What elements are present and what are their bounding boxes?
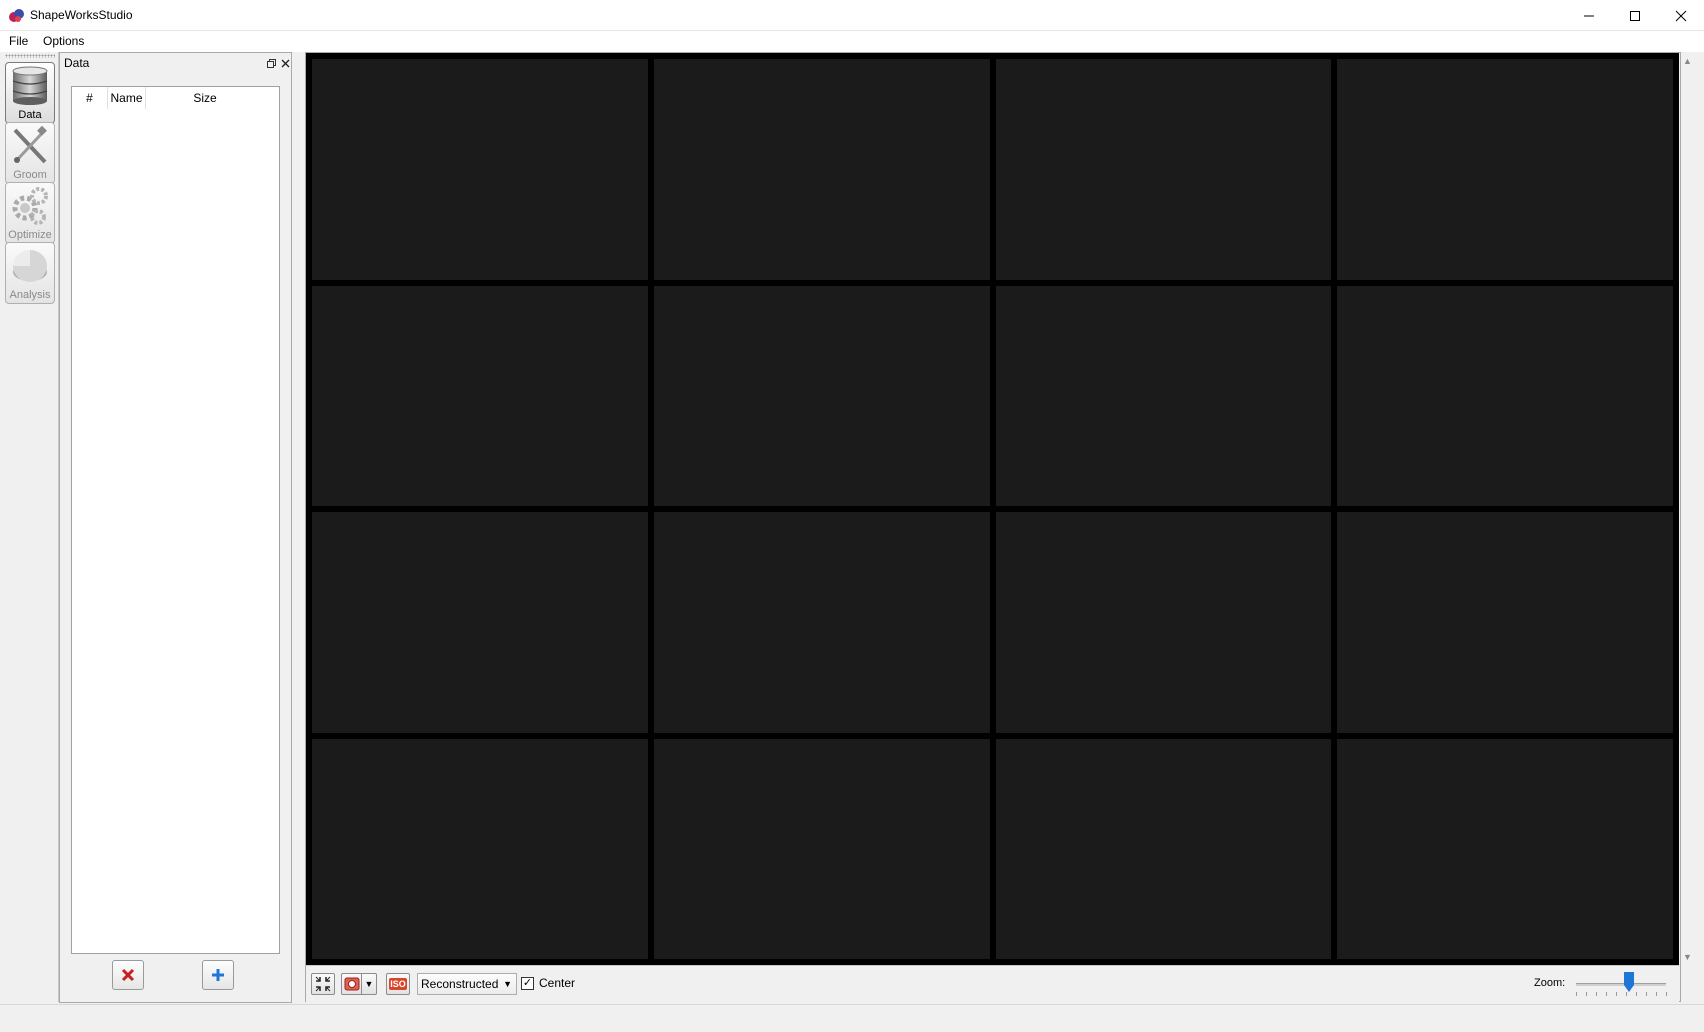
- toolbar-grip[interactable]: [5, 54, 55, 58]
- close-icon: [1675, 10, 1687, 21]
- view-options-button[interactable]: [341, 973, 361, 995]
- close-button[interactable]: [1658, 0, 1704, 31]
- zoom-slider-tick: [1576, 992, 1577, 996]
- data-table[interactable]: # Name Size: [71, 86, 280, 954]
- toolbar-data-label: Data: [18, 109, 42, 121]
- maximize-button[interactable]: [1612, 0, 1658, 31]
- toolbar-groom-button[interactable]: Groom: [5, 122, 55, 184]
- viewer-cell[interactable]: [312, 59, 648, 280]
- title-bar: ShapeWorksStudio: [0, 0, 1704, 31]
- scroll-down-icon[interactable]: ▼: [1683, 952, 1692, 962]
- viewer-cell[interactable]: [312, 738, 648, 959]
- viewer-cell[interactable]: [653, 285, 990, 506]
- viewer-cell[interactable]: [995, 738, 1332, 959]
- viewer-cell[interactable]: [653, 59, 990, 280]
- gears-icon: [12, 187, 48, 225]
- viewer-cell[interactable]: [995, 512, 1332, 733]
- iso-icon: ISO: [389, 978, 407, 990]
- viewer-cell[interactable]: [312, 285, 648, 506]
- center-checkbox[interactable]: ✓: [521, 977, 534, 990]
- data-panel: Data # Name Size: [59, 52, 292, 1003]
- viewer-bottom-bar: ▼ ISO Reconstructed ▼ ✓ Center Zoom:: [306, 965, 1679, 1002]
- minimize-button[interactable]: [1566, 0, 1612, 31]
- remove-shape-button[interactable]: [112, 960, 144, 990]
- fit-to-window-icon: [315, 976, 331, 992]
- minimize-icon: [1584, 15, 1594, 16]
- zoom-label: Zoom:: [1534, 977, 1566, 989]
- iso-surface-button[interactable]: ISO: [386, 973, 410, 995]
- viewer-cell[interactable]: [653, 738, 990, 959]
- zoom-slider-tick: [1646, 992, 1647, 996]
- zoom-slider-tick: [1636, 992, 1637, 996]
- viewer-cell[interactable]: [653, 512, 990, 733]
- chevron-down-icon: ▼: [503, 979, 512, 989]
- toolbar-data-button[interactable]: Data: [5, 62, 55, 124]
- viewer-cell[interactable]: [995, 59, 1332, 280]
- menu-file[interactable]: File: [9, 34, 28, 48]
- zoom-slider-tick: [1586, 992, 1587, 996]
- checkmark-icon: ✓: [522, 977, 533, 989]
- viewer-cell[interactable]: [1337, 285, 1673, 506]
- menu-options[interactable]: Options: [43, 34, 84, 48]
- zoom-slider-handle[interactable]: [1624, 972, 1634, 992]
- viewer-cell[interactable]: [1337, 738, 1673, 959]
- window-title: ShapeWorksStudio: [30, 8, 133, 22]
- column-header-size[interactable]: Size: [146, 87, 264, 109]
- toolbar-analysis-button[interactable]: Analysis: [5, 242, 55, 304]
- fit-view-button[interactable]: [311, 973, 335, 995]
- display-mode-select[interactable]: Reconstructed ▼: [417, 973, 517, 995]
- toolbar-groom-label: Groom: [13, 169, 47, 181]
- groom-tools-icon: [13, 126, 47, 164]
- module-toolbar: Data Groom Optimize Analysis: [2, 52, 59, 1002]
- viewer-cell[interactable]: [1337, 512, 1673, 733]
- zoom-slider-tick: [1626, 992, 1627, 996]
- zoom-slider-tick: [1596, 992, 1597, 996]
- toolbar-analysis-label: Analysis: [9, 289, 51, 301]
- pie-chart-icon: [13, 250, 47, 282]
- data-panel-title: Data: [64, 56, 90, 70]
- database-icon: [12, 66, 48, 105]
- zoom-slider-tick: [1656, 992, 1657, 996]
- menu-bar: File Options: [0, 31, 1704, 52]
- float-panel-icon[interactable]: [267, 59, 276, 68]
- red-x-icon: [121, 968, 135, 982]
- chevron-down-icon: ▼: [364, 979, 374, 989]
- view-options-dropdown[interactable]: ▼: [361, 973, 377, 995]
- column-header-name[interactable]: Name: [108, 87, 146, 109]
- maximize-icon: [1630, 10, 1640, 21]
- display-mode-value: Reconstructed: [421, 977, 499, 991]
- status-bar: [0, 1004, 1704, 1032]
- zoom-slider-tick: [1616, 992, 1617, 996]
- viewer-cell[interactable]: [312, 512, 648, 733]
- view-mode-icon: [344, 977, 359, 991]
- scroll-up-icon[interactable]: ▲: [1683, 56, 1692, 66]
- toolbar-optimize-button[interactable]: Optimize: [5, 182, 55, 244]
- zoom-slider-tick: [1606, 992, 1607, 996]
- zoom-slider-track[interactable]: [1576, 983, 1666, 986]
- shapeworks-logo-icon: [9, 9, 24, 22]
- close-panel-icon[interactable]: [281, 59, 290, 68]
- viewer-cell[interactable]: [1337, 59, 1673, 280]
- viewer-cell[interactable]: [995, 285, 1332, 506]
- viewer-grid[interactable]: [306, 53, 1679, 965]
- add-shape-button[interactable]: [202, 960, 234, 990]
- column-header-index[interactable]: #: [72, 87, 108, 109]
- toolbar-optimize-label: Optimize: [8, 229, 52, 241]
- blue-plus-icon: [212, 969, 224, 981]
- zoom-slider-tick: [1666, 992, 1667, 996]
- center-label: Center: [539, 976, 576, 990]
